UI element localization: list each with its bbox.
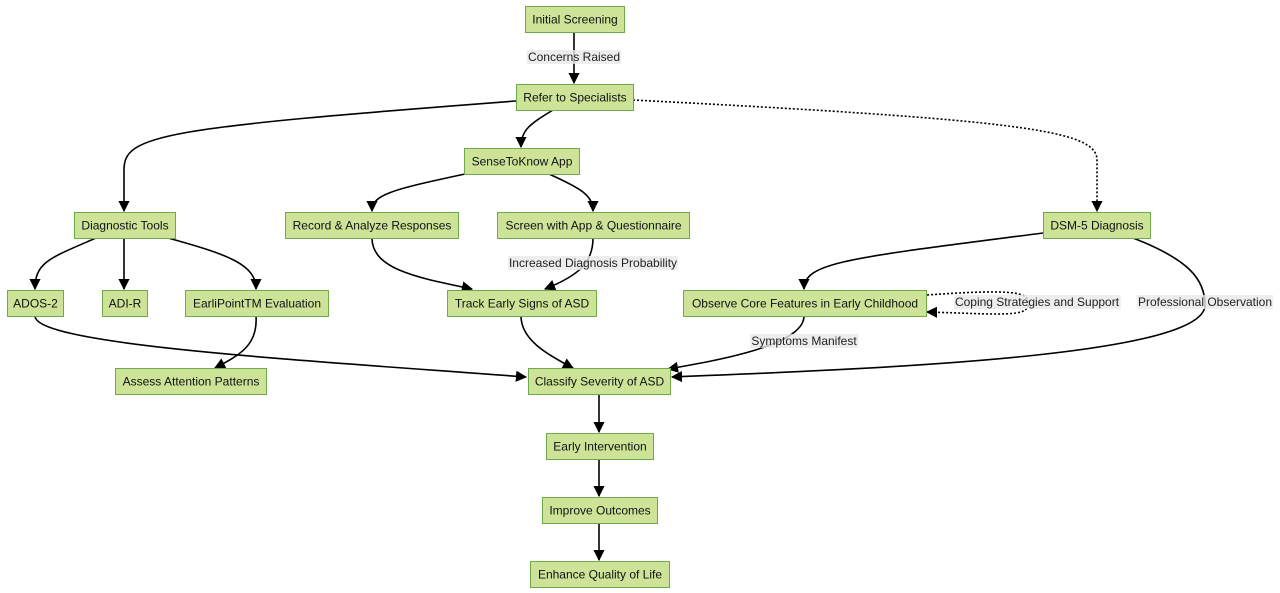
edge-diag-to-earli <box>167 237 262 291</box>
node-assess[interactable]: Assess Attention Patterns <box>115 368 267 395</box>
node-label: Record & Analyze Responses <box>293 219 452 233</box>
node-label: Observe Core Features in Early Childhood <box>692 297 918 311</box>
edge-sense-to-screen <box>548 173 599 213</box>
edge-label: Increased Diagnosis Probability <box>507 256 679 270</box>
edge-sense-to-record <box>366 173 466 213</box>
node-enhance[interactable]: Enhance Quality of Life <box>530 561 670 588</box>
edge-record-to-track <box>371 237 474 293</box>
node-label: SenseToKnow App <box>472 155 573 169</box>
node-label: Classify Severity of ASD <box>535 375 665 389</box>
node-label: Assess Attention Patterns <box>123 375 260 389</box>
edge-label: Symptoms Manifest <box>750 334 859 348</box>
node-label: Refer to Specialists <box>523 91 626 105</box>
node-label: Enhance Quality of Life <box>538 568 662 582</box>
node-sense[interactable]: SenseToKnow App <box>464 148 580 175</box>
edge-ados-to-classify <box>34 315 528 382</box>
node-label: DSM-5 Diagnosis <box>1050 219 1143 233</box>
node-earli[interactable]: EarliPointTM Evaluation <box>185 290 329 317</box>
edge-refer-to-dsm <box>632 99 1103 213</box>
edge-diag-to-ados <box>29 237 97 291</box>
edge-label: Coping Strategies and Support <box>953 295 1121 309</box>
flowchart-canvas: Concerns Raised Increased Diagnosis Proba… <box>7 6 1274 588</box>
edge-label-text: Concerns Raised <box>528 50 620 64</box>
node-early[interactable]: Early Intervention <box>546 433 654 460</box>
node-classify[interactable]: Classify Severity of ASD <box>528 368 671 395</box>
node-label: Initial Screening <box>532 13 617 27</box>
node-record[interactable]: Record & Analyze Responses <box>285 212 459 239</box>
node-track[interactable]: Track Early Signs of ASD <box>447 290 597 317</box>
edge-label-text: Professional Observation <box>1138 295 1272 309</box>
edge-label-text: Coping Strategies and Support <box>955 295 1120 309</box>
node-screen[interactable]: Screen with App & Questionnaire <box>497 212 690 239</box>
edge-label: Professional Observation <box>1136 295 1274 309</box>
node-label: Early Intervention <box>553 440 646 454</box>
node-improve[interactable]: Improve Outcomes <box>542 497 658 524</box>
node-label: ADOS-2 <box>13 297 58 311</box>
node-diag[interactable]: Diagnostic Tools <box>74 212 176 239</box>
node-label: Screen with App & Questionnaire <box>505 219 681 233</box>
edge-earli-to-assess <box>214 315 257 369</box>
node-refer[interactable]: Refer to Specialists <box>516 84 634 111</box>
node-ados[interactable]: ADOS-2 <box>7 290 64 317</box>
node-label: EarliPointTM Evaluation <box>193 297 321 311</box>
node-initial[interactable]: Initial Screening <box>525 6 625 33</box>
node-observe[interactable]: Observe Core Features in Early Childhood <box>683 290 927 317</box>
node-dsm[interactable]: DSM-5 Diagnosis <box>1043 212 1151 239</box>
node-label: Track Early Signs of ASD <box>455 297 590 311</box>
node-label: Diagnostic Tools <box>81 219 168 233</box>
edge-label-text: Symptoms Manifest <box>751 334 857 348</box>
node-label: Improve Outcomes <box>549 504 650 518</box>
edge-track-to-classify <box>520 315 574 369</box>
node-label: ADI-R <box>109 297 142 311</box>
edge-dsm-to-observe <box>798 232 1044 291</box>
node-adir[interactable]: ADI-R <box>102 290 148 317</box>
edge-label-text: Increased Diagnosis Probability <box>509 256 677 270</box>
edge-refer-to-diag <box>118 100 517 213</box>
edge-label: Concerns Raised <box>526 50 622 64</box>
edge-refer-to-sense <box>515 109 554 149</box>
